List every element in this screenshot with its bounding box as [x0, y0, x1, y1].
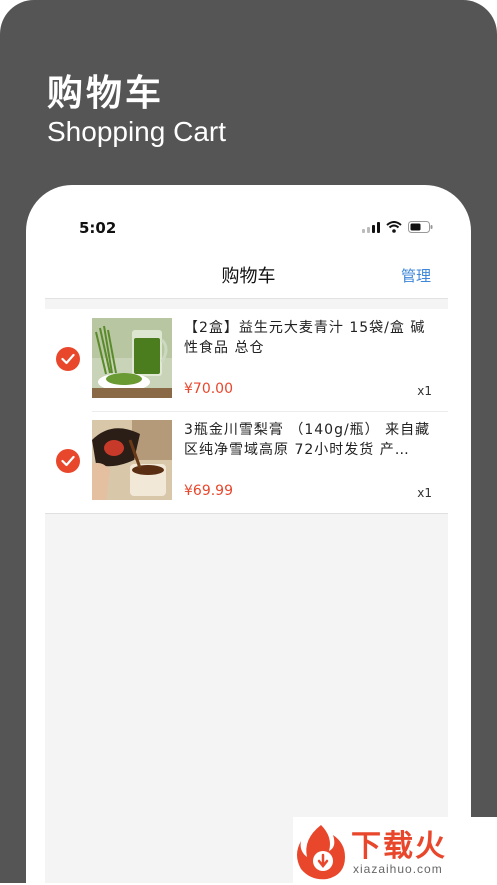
cart-list: 【2盒】益生元大麦青汁 15袋/盒 碱性食品 总仓 ¥70.00 x1 3瓶金川… — [45, 309, 448, 514]
hero-subtitle: Shopping Cart — [47, 116, 227, 147]
item-name: 【2盒】益生元大麦青汁 15袋/盒 碱性食品 总仓 — [184, 320, 426, 356]
wifi-icon — [386, 221, 402, 233]
item-name: 3瓶金川雪梨膏 （140g/瓶） 来自藏区纯净雪域高原 72小时发货 产… — [184, 422, 431, 458]
item-quantity: x1 — [417, 384, 432, 398]
manage-button[interactable]: 管理 — [401, 265, 431, 286]
status-time: 5:02 — [79, 219, 117, 237]
item-price: ¥69.99 — [184, 483, 233, 499]
cart-item[interactable]: 3瓶金川雪梨膏 （140g/瓶） 来自藏区纯净雪域高原 72小时发货 产… ¥6… — [45, 411, 448, 513]
green-juice-image[interactable] — [92, 318, 172, 398]
hero-title: 购物车 — [47, 73, 165, 114]
battery-icon — [408, 221, 433, 233]
watermark-brand: 下载火 — [351, 829, 447, 864]
watermark: 下载火 xiazaihuo.com — [293, 817, 497, 883]
cart-item[interactable]: 【2盒】益生元大麦青汁 15袋/盒 碱性食品 总仓 ¥70.00 x1 — [45, 309, 448, 411]
item-price: ¥70.00 — [184, 381, 233, 397]
item-quantity: x1 — [417, 486, 432, 500]
watermark-url: xiazaihuo.com — [353, 862, 443, 876]
checkbox-checked-icon[interactable] — [56, 449, 80, 473]
checkbox-checked-icon[interactable] — [56, 347, 80, 371]
status-icons — [362, 221, 433, 233]
flame-logo-icon — [293, 821, 349, 885]
cellular-signal-icon — [362, 221, 380, 233]
cart-content: 【2盒】益生元大麦青汁 15袋/盒 碱性食品 总仓 ¥70.00 x1 3瓶金川… — [45, 298, 448, 883]
phone-screen: 5:02 购物车 管理 【2盒】益生元大麦青汁 15袋/盒 碱性食品 总仓 ¥7… — [26, 185, 471, 883]
promo-frame: 购物车 Shopping Cart 5:02 购物车 管理 【2盒】益生元大麦青… — [0, 0, 497, 883]
pear-syrup-image[interactable] — [92, 420, 172, 500]
